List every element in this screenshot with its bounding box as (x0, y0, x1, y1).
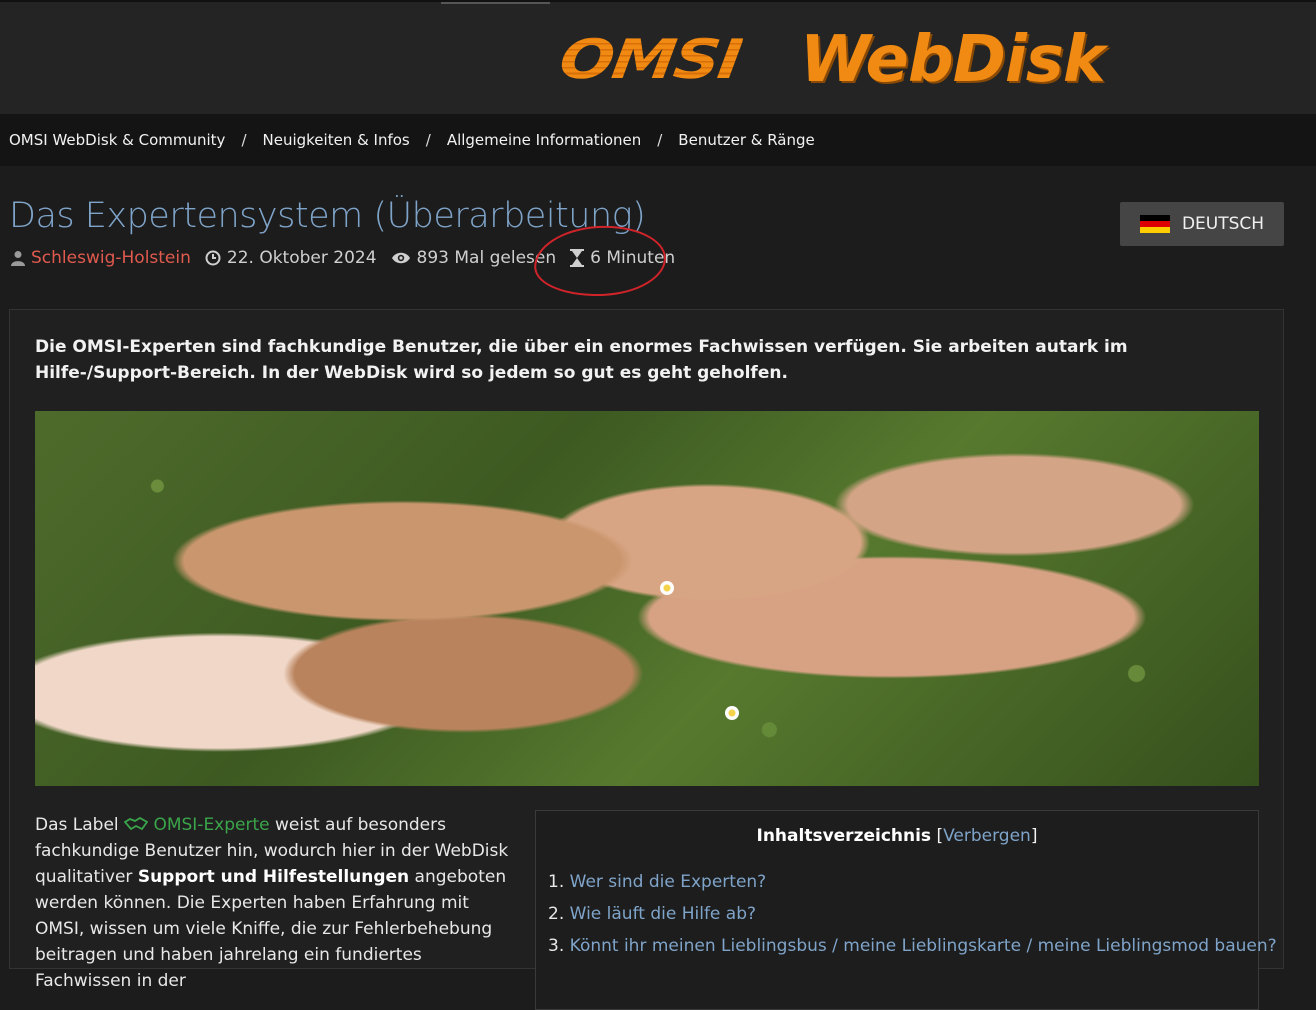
logo-omsi: OMSI (555, 28, 745, 92)
toc-item-number: 2. (548, 904, 565, 924)
language-label: DEUTSCH (1181, 214, 1265, 234)
meta-author: Schleswig-Holstein (11, 248, 191, 268)
site-header: OMSI WebDisk (0, 0, 1316, 114)
daisy-flower (725, 706, 739, 720)
breadcrumb-item-community[interactable]: OMSI WebDisk & Community (9, 131, 225, 149)
article-body: Die OMSI-Experten sind fachkundige Benut… (9, 309, 1284, 1010)
article-paragraph: Das Label OMSI-Experte weist auf besonde… (35, 812, 515, 994)
clock-icon (205, 250, 221, 266)
german-flag-icon (1139, 215, 1170, 233)
language-button[interactable]: DEUTSCH (1120, 202, 1284, 246)
breadcrumb-separator: / (425, 131, 431, 149)
toc-item: 1. Wer sind die Experten? (548, 866, 1277, 898)
toc-hide-link[interactable]: Verbergen (943, 826, 1031, 846)
toc-list: 1. Wer sind die Experten? 2. Wie läuft d… (548, 866, 1277, 962)
table-of-contents: Inhaltsverzeichnis [Verbergen] 1. Wer si… (535, 810, 1277, 1010)
eye-icon (391, 251, 411, 265)
meta-date: 22. Oktober 2024 (205, 248, 377, 268)
toc-title: Inhaltsverzeichnis (756, 826, 932, 846)
author-link[interactable]: Schleswig-Holstein (31, 248, 191, 268)
meta-views: 893 Mal gelesen (391, 248, 556, 268)
handshake-icon (123, 815, 153, 835)
breadcrumb-separator: / (241, 131, 247, 149)
paragraph-text: Das Label (35, 815, 125, 835)
hero-image (35, 411, 1259, 786)
toc-item-number: 3. (548, 936, 565, 956)
breadcrumb-item-users-ranks[interactable]: Benutzer & Ränge (678, 131, 814, 149)
article-lead: Die OMSI-Experten sind fachkundige Benut… (35, 337, 1128, 383)
site-logo[interactable]: OMSI WebDisk (556, 20, 1106, 100)
toc-item: 2. Wie läuft die Hilfe ab? (548, 898, 1277, 930)
daisy-flower (660, 581, 674, 595)
paragraph-bold: Support und Hilfestellungen (137, 867, 410, 887)
toc-item: 3. Könnt ihr meinen Lieblingsbus / meine… (548, 930, 1277, 962)
publish-date: 22. Oktober 2024 (226, 248, 377, 268)
page-title: Das Expertensystem (Überarbeitung) (9, 196, 646, 236)
breadcrumb-separator: / (657, 131, 663, 149)
top-tab-indicator (441, 2, 550, 4)
toc-header: Inhaltsverzeichnis [Verbergen] (756, 826, 1038, 846)
toc-link[interactable]: Könnt ihr meinen Lieblingsbus / meine Li… (570, 936, 1277, 956)
logo-webdisk: WebDisk (800, 23, 1105, 97)
breadcrumb-item-news[interactable]: Neuigkeiten & Infos (263, 131, 410, 149)
toc-item-number: 1. (548, 872, 565, 892)
user-icon (11, 250, 25, 266)
breadcrumb-item-general-info[interactable]: Allgemeine Informationen (447, 131, 641, 149)
expert-label[interactable]: OMSI-Experte (123, 815, 270, 835)
breadcrumb: OMSI WebDisk & Community / Neuigkeiten &… (0, 114, 1316, 166)
toc-link[interactable]: Wie läuft die Hilfe ab? (570, 904, 756, 924)
toc-link[interactable]: Wer sind die Experten? (570, 872, 767, 892)
expert-label-text: OMSI-Experte (153, 815, 270, 835)
